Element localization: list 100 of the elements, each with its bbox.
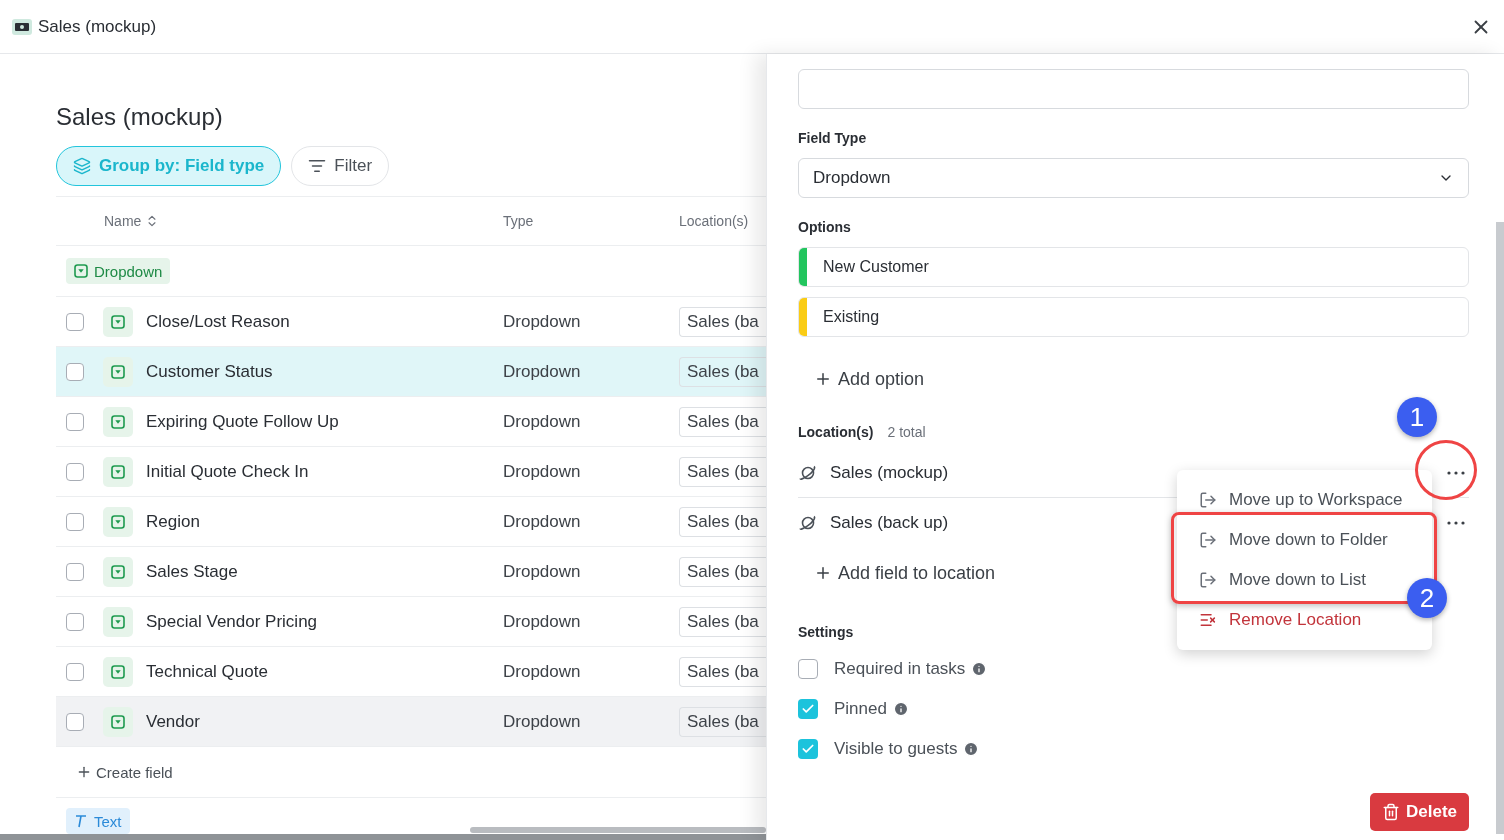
scrollbar[interactable] xyxy=(1496,222,1504,834)
step-badge: 2 xyxy=(1407,578,1447,618)
plus-icon xyxy=(76,764,92,780)
add-location-button[interactable]: Add field to location xyxy=(814,553,996,593)
add-option-button[interactable]: Add option xyxy=(814,359,925,399)
option-item[interactable]: Existing xyxy=(798,297,1469,337)
planet-icon xyxy=(798,513,818,533)
option-label: Existing xyxy=(823,308,880,326)
setting-label: Visible to guests xyxy=(834,739,958,759)
dropdown-icon xyxy=(111,614,125,629)
field-type: Dropdown xyxy=(503,311,582,332)
step-badge: 1 xyxy=(1397,397,1437,437)
menu-item[interactable]: Move down to Folder xyxy=(1177,520,1388,560)
delete-button[interactable]: Delete xyxy=(1369,793,1469,831)
field-name: Technical Quote xyxy=(146,661,269,682)
option-label: New Customer xyxy=(823,258,929,276)
column-header: Location(s) xyxy=(679,213,750,229)
row-checkbox[interactable] xyxy=(66,462,84,481)
field-name: Sales Stage xyxy=(146,561,239,582)
window-title: Sales (mockup) xyxy=(38,16,158,37)
field-name: Initial Quote Check In xyxy=(146,461,310,482)
table-row[interactable]: Sales Stage Dropdown Sales (ba xyxy=(56,546,766,596)
exit-icon xyxy=(1199,531,1217,549)
info-icon xyxy=(892,701,909,717)
location-name: Sales (mockup) xyxy=(830,462,949,483)
scrollbar[interactable] xyxy=(470,827,766,833)
row-checkbox[interactable] xyxy=(66,362,84,381)
row-checkbox[interactable] xyxy=(66,412,84,431)
group-tag: Text xyxy=(66,808,130,834)
check-icon xyxy=(801,742,815,756)
field-name: Close/Lost Reason xyxy=(146,311,291,332)
row-checkbox[interactable] xyxy=(66,612,84,631)
row-checkbox[interactable] xyxy=(66,562,84,581)
field-type: Dropdown xyxy=(503,361,582,382)
dropdown-icon xyxy=(111,564,125,579)
field-name: Expiring Quote Follow Up xyxy=(146,411,340,432)
create-field-button[interactable]: Create field xyxy=(76,763,173,781)
dropdown-icon xyxy=(111,414,125,429)
field-label: Location(s) xyxy=(798,424,874,440)
banknote-icon xyxy=(12,18,32,35)
group-tag: Dropdown xyxy=(66,258,171,284)
field-type: Dropdown xyxy=(503,511,582,532)
list-remove-icon xyxy=(1199,611,1217,629)
field-type: Dropdown xyxy=(503,561,582,582)
setting-label: Required in tasks xyxy=(834,659,966,679)
check-icon xyxy=(801,702,815,716)
field-label: Field Type xyxy=(798,130,867,146)
field-label: Options xyxy=(798,219,851,235)
table-row[interactable]: Expiring Quote Follow Up Dropdown Sales (ba xyxy=(56,396,766,446)
dropdown-icon xyxy=(74,264,88,278)
dropdown-icon xyxy=(111,314,125,329)
setting-checkbox[interactable] xyxy=(798,739,818,759)
field-type: Dropdown xyxy=(503,411,582,432)
layers-icon xyxy=(73,157,91,175)
field-type: Dropdown xyxy=(503,461,582,482)
setting-checkbox[interactable] xyxy=(798,699,818,719)
table-row[interactable]: Region Dropdown Sales (ba xyxy=(56,496,766,546)
option-item[interactable]: New Customer xyxy=(798,247,1469,287)
setting-checkbox[interactable] xyxy=(798,659,818,679)
menu-item[interactable]: Move up to Workspace xyxy=(1177,480,1403,520)
dropdown-icon xyxy=(111,464,125,479)
field-name: Special Vendor Pricing xyxy=(146,611,319,632)
description-field[interactable] xyxy=(798,69,1469,109)
field-type: Dropdown xyxy=(503,661,582,682)
dropdown-icon xyxy=(111,664,125,679)
table-row[interactable]: Special Vendor Pricing Dropdown Sales (ba xyxy=(56,596,766,646)
column-header: Type xyxy=(503,213,535,229)
info-icon xyxy=(971,661,988,677)
field-label: Settings xyxy=(798,624,854,640)
plus-icon xyxy=(814,564,832,582)
highlight-circle xyxy=(1415,440,1477,500)
plus-icon xyxy=(814,370,832,388)
row-checkbox[interactable] xyxy=(66,712,84,731)
info-icon xyxy=(963,741,980,757)
exit-icon xyxy=(1199,491,1217,509)
dropdown-icon xyxy=(111,514,125,529)
table-row[interactable]: Customer Status Dropdown Sales (ba xyxy=(56,346,766,396)
field-name: Customer Status xyxy=(146,361,274,382)
setting-label: Pinned xyxy=(834,699,887,719)
filter-icon xyxy=(308,157,327,175)
row-checkbox[interactable] xyxy=(66,512,84,531)
page-title: Sales (mockup) xyxy=(56,105,224,129)
dropdown-icon xyxy=(111,714,125,729)
field-name: Region xyxy=(146,511,201,532)
row-checkbox[interactable] xyxy=(66,312,84,331)
field-type: Dropdown xyxy=(503,611,582,632)
field-name: Vendor xyxy=(146,711,201,732)
text-icon xyxy=(74,814,88,828)
row-checkbox[interactable] xyxy=(66,662,84,681)
field-type: Dropdown xyxy=(503,711,582,732)
table-row[interactable]: Vendor Dropdown Sales (ba xyxy=(56,696,766,746)
menu-item[interactable]: Move down to List xyxy=(1177,560,1366,600)
column-header[interactable]: Name xyxy=(104,213,503,229)
field-type-select[interactable]: Dropdown xyxy=(798,158,1469,198)
trash-icon xyxy=(1381,803,1400,821)
filter-button[interactable]: Filter xyxy=(291,146,390,186)
menu-item[interactable]: Remove Location xyxy=(1177,600,1362,640)
dropdown-icon xyxy=(111,364,125,379)
table-row[interactable]: Initial Quote Check In Dropdown Sales (ba xyxy=(56,446,766,496)
location-count: 2 total xyxy=(887,424,926,440)
